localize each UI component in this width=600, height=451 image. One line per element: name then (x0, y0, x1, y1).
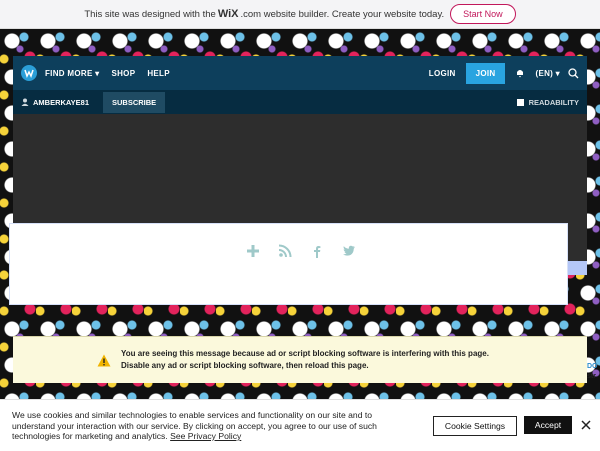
rss-icon[interactable] (278, 244, 292, 258)
twitter-icon[interactable] (342, 244, 356, 258)
readability-label: READABILITY (528, 97, 579, 107)
find-more-label: FIND MORE (45, 68, 93, 78)
right-edge-text: DO str (587, 362, 598, 382)
subscribe-button[interactable]: SUBSCRIBE (103, 91, 166, 113)
cookie-consent-bar: We use cookies and similar technologies … (0, 399, 600, 451)
accept-button[interactable]: Accept (524, 416, 572, 434)
top-nav: FIND MORE ▾ SHOP HELP LOGIN JOIN (EN) ▾ (13, 56, 587, 90)
warning-icon (97, 354, 111, 366)
username: AMBERKAYE81 (33, 97, 89, 107)
social-card (9, 223, 568, 305)
close-icon[interactable] (580, 419, 592, 431)
privacy-policy-link[interactable]: See Privacy Policy (170, 431, 241, 441)
chevron-down-icon: ▾ (95, 68, 100, 78)
wix-banner-text-after: .com website builder. Create your websit… (240, 8, 445, 20)
social-icons (246, 244, 356, 258)
shop-link[interactable]: SHOP (111, 69, 135, 78)
bell-icon[interactable] (515, 68, 525, 78)
facebook-icon[interactable] (310, 244, 324, 258)
user-icon (21, 98, 29, 106)
site-frame: FIND MORE ▾ SHOP HELP LOGIN JOIN (EN) ▾ … (13, 56, 587, 356)
wix-logo: WiX (217, 8, 239, 20)
plus-icon[interactable] (246, 244, 260, 258)
chevron-down-icon: ▾ (555, 68, 560, 78)
search-icon[interactable] (568, 67, 579, 79)
adblock-notice: You are seeing this message because ad o… (13, 336, 587, 383)
start-now-button[interactable]: Start Now (450, 4, 516, 24)
help-link[interactable]: HELP (147, 69, 170, 78)
readability-checkbox[interactable] (516, 98, 524, 106)
language-label: (EN) (535, 68, 554, 78)
right-edge-line-2: str (587, 373, 596, 380)
user-profile-link[interactable]: AMBERKAYE81 (21, 98, 89, 107)
find-more-menu[interactable]: FIND MORE ▾ (45, 69, 99, 78)
join-button[interactable]: JOIN (465, 62, 506, 84)
wattpad-w-icon[interactable] (21, 65, 37, 81)
wix-banner: This site was designed with the WiX .com… (0, 0, 600, 29)
cookie-message: We use cookies and similar technologies … (12, 410, 412, 442)
right-edge-line-1: DO (587, 363, 598, 370)
adblock-line-1: You are seeing this message because ad o… (121, 349, 489, 358)
wix-banner-text-before: This site was designed with the (84, 8, 216, 20)
login-link[interactable]: LOGIN (429, 69, 456, 78)
adblock-message: You are seeing this message because ad o… (121, 348, 489, 372)
language-selector[interactable]: (EN) ▾ (535, 69, 560, 78)
cookie-settings-button[interactable]: Cookie Settings (433, 416, 517, 436)
adblock-line-2: Disable any ad or script blocking softwa… (121, 361, 369, 370)
user-subnav: AMBERKAYE81 SUBSCRIBE READABILITY (13, 90, 587, 114)
readability-toggle[interactable]: READABILITY (516, 97, 579, 107)
